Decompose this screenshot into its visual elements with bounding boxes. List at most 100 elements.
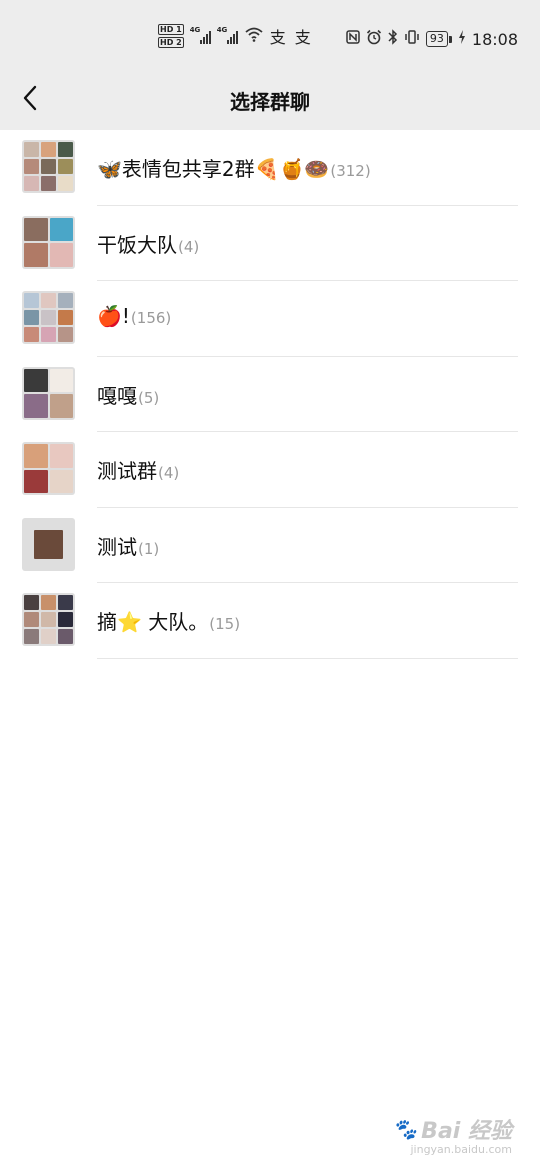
avatar-tile — [24, 293, 39, 308]
avatar-tile — [58, 327, 73, 342]
avatar-tile — [41, 176, 56, 191]
avatar-tile — [24, 159, 39, 174]
group-name: 🦋表情包共享2群🍕🍯🍩 — [97, 157, 330, 181]
group-item[interactable]: 测试群 (4) — [0, 432, 540, 508]
group-avatar — [22, 215, 75, 269]
group-item[interactable]: 摘⭐ 大队。 (15) — [0, 583, 540, 659]
avatar-tile — [58, 142, 73, 157]
group-name: 🍎! — [97, 304, 130, 328]
group-member-count: (4) — [158, 464, 180, 482]
vibrate-icon — [404, 29, 420, 49]
charging-icon — [458, 29, 466, 49]
avatar-tile — [24, 243, 48, 267]
avatar-tile — [58, 176, 73, 191]
baidu-watermark: 🐾 Bai 经验 jingyan.baidu.com — [392, 1113, 512, 1156]
group-name: 摘⭐ 大队。 — [97, 610, 209, 634]
avatar-tile — [24, 612, 39, 627]
watermark-logo-text: Bai 经验 — [421, 1119, 512, 1144]
avatar-tile — [49, 469, 73, 493]
avatar-tile — [58, 595, 73, 610]
group-label: 测试 (1) — [97, 531, 159, 560]
status-left: HD 1 HD 2 4G 4G 支 支 — [158, 24, 313, 48]
avatar-tile — [24, 394, 48, 418]
group-member-count: (1) — [138, 539, 160, 558]
watermark-url: jingyan.baidu.com — [410, 1143, 512, 1156]
status-right: 93 18:08 — [346, 29, 518, 49]
group-item[interactable]: 🦋表情包共享2群🍕🍯🍩 (312) — [0, 130, 540, 206]
hd-indicators: HD 1 HD 2 — [158, 24, 184, 48]
group-label: 嘎嘎 (5) — [97, 380, 159, 409]
avatar-tile — [34, 529, 63, 559]
group-list: 🦋表情包共享2群🍕🍯🍩 (312) 干饭大队 (4) 🍎! (156) 嘎嘎 (5) … — [0, 130, 540, 659]
signal-2-icon: 4G — [216, 26, 238, 44]
status-bar: HD 1 HD 2 4G 4G 支 支 93 18:08 — [0, 0, 540, 78]
avatar-tile — [58, 612, 73, 627]
paw-icon: 🐾 — [392, 1117, 418, 1141]
group-name: 测试群 — [97, 459, 157, 483]
avatar-tile — [41, 310, 56, 325]
group-label: 干饭大队 (4) — [97, 229, 199, 258]
avatar-tile — [24, 629, 39, 644]
avatar-tile — [41, 293, 56, 308]
avatar-tile — [24, 368, 48, 392]
avatar-tile — [24, 310, 39, 325]
avatar-tile — [41, 595, 56, 610]
avatar-tile — [24, 444, 48, 468]
group-name: 测试 — [97, 534, 137, 559]
avatar-tile — [49, 243, 73, 267]
avatar-tile — [41, 612, 56, 627]
group-avatar — [22, 593, 75, 646]
page-title: 选择群聊 — [230, 90, 310, 114]
signal-1-icon: 4G — [189, 26, 211, 44]
avatar-tile — [41, 327, 56, 342]
group-member-count: (5) — [138, 388, 160, 407]
group-member-count: (156) — [130, 309, 172, 327]
group-item[interactable]: 🍎! (156) — [0, 281, 540, 357]
group-name: 嘎嘎 — [97, 383, 137, 408]
nav-bar: 选择群聊 — [0, 78, 540, 130]
avatar-tile — [49, 368, 73, 392]
group-avatar — [22, 140, 75, 193]
alarm-icon — [366, 29, 382, 49]
group-member-count: (15) — [209, 615, 241, 633]
avatar-tile — [41, 629, 56, 644]
avatar-tile — [41, 159, 56, 174]
net1-label: 4G — [189, 26, 201, 34]
avatar-tile — [24, 327, 39, 342]
group-avatar — [22, 442, 75, 495]
avatar-tile — [24, 142, 39, 157]
avatar-tile — [24, 217, 48, 241]
group-item[interactable]: 干饭大队 (4) — [0, 206, 540, 281]
group-member-count: (4) — [178, 237, 200, 256]
group-name: 干饭大队 — [97, 232, 177, 257]
hd1-badge: HD 1 — [158, 24, 184, 35]
avatar-tile — [41, 142, 56, 157]
group-member-count: (312) — [330, 162, 371, 180]
nfc-icon — [346, 30, 360, 48]
status-time: 18:08 — [471, 29, 518, 49]
avatar-tile — [58, 310, 73, 325]
avatar-tile — [24, 595, 39, 610]
group-avatar — [22, 517, 75, 571]
payment-status-icons: 支 支 — [269, 28, 313, 47]
group-label: 摘⭐ 大队。 (15) — [97, 606, 240, 635]
avatar-tile — [24, 469, 48, 493]
avatar-tile — [49, 394, 73, 418]
bluetooth-icon — [388, 29, 398, 49]
divider — [97, 657, 518, 659]
group-item[interactable]: 测试 (1) — [0, 508, 540, 583]
battery-icon: 93 — [425, 31, 448, 47]
battery-tip — [448, 35, 452, 43]
group-avatar — [22, 291, 75, 344]
avatar-tile — [24, 176, 39, 191]
net2-label: 4G — [216, 26, 228, 34]
group-label: 🦋表情包共享2群🍕🍯🍩 (312) — [97, 153, 371, 182]
avatar-tile — [58, 629, 73, 644]
group-item[interactable]: 嘎嘎 (5) — [0, 357, 540, 432]
avatar-tile — [58, 159, 73, 174]
wifi-icon — [244, 26, 264, 46]
hd2-badge: HD 2 — [158, 37, 184, 48]
watermark-logo: 🐾 Bai 经验 — [392, 1113, 512, 1145]
avatar-tile — [49, 444, 73, 468]
group-avatar — [22, 366, 75, 420]
